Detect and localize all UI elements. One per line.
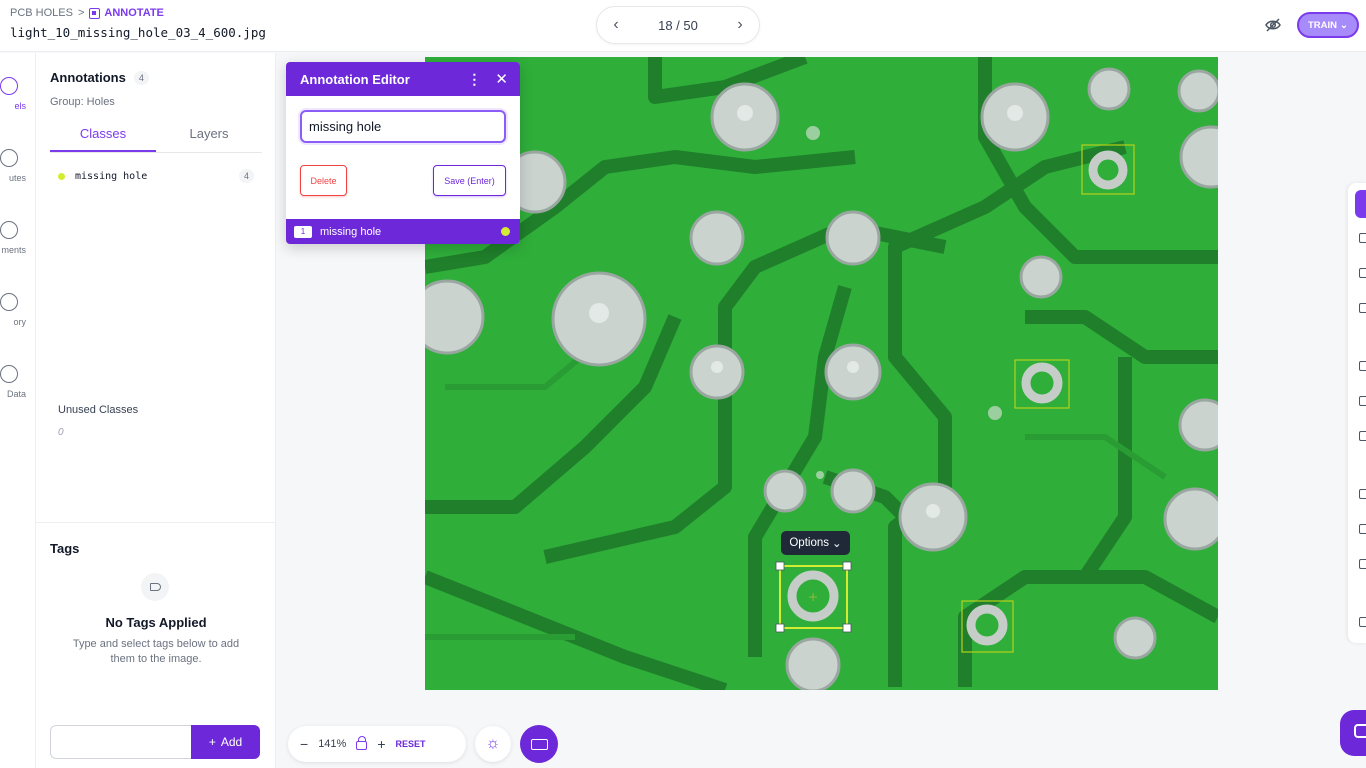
tool-undo-icon[interactable]: [1359, 524, 1366, 534]
tab-classes[interactable]: Classes: [50, 119, 156, 152]
left-nav-rail: els utes ments ory Data: [0, 53, 36, 768]
image-canvas[interactable]: [425, 57, 1218, 690]
rail-item-history[interactable]: ory: [0, 293, 26, 327]
class-item-missing-hole[interactable]: missing hole 4: [58, 167, 254, 185]
image-filename: light_10_missing_hole_03_4_600.jpg: [10, 25, 266, 40]
rail-item-comments[interactable]: ments: [0, 221, 26, 255]
plus-icon: +: [208, 735, 216, 749]
annotation-editor-title: Annotation Editor: [300, 71, 410, 87]
add-tag-button[interactable]: + Add: [191, 725, 260, 759]
sidebar-tabs: Classes Layers: [50, 119, 262, 153]
breadcrumb: PCB HOLES > ANNOTATE: [10, 7, 164, 19]
no-tags-title: No Tags Applied: [105, 615, 207, 630]
rail-item-raw-data[interactable]: Data: [0, 365, 26, 399]
zoom-in-button[interactable]: +: [377, 736, 385, 752]
train-button[interactable]: TRAIN ⌄: [1297, 12, 1359, 38]
tag-icon: [141, 573, 169, 601]
history-icon: [0, 293, 18, 311]
class-count-badge: 4: [238, 169, 254, 183]
tab-layers[interactable]: Layers: [156, 119, 262, 152]
annotations-title-text: Annotations: [50, 70, 126, 85]
tool-smart-polygon-icon[interactable]: [1359, 303, 1366, 313]
next-image-button[interactable]: ›: [733, 16, 747, 34]
divider: [36, 522, 276, 523]
chat-icon: [1354, 724, 1366, 738]
save-annotation-button[interactable]: Save (Enter): [433, 165, 506, 196]
pager-count: 18 / 50: [658, 17, 698, 33]
pcb-image: [425, 57, 1218, 690]
breadcrumb-section: ANNOTATE: [104, 7, 164, 19]
tags-title: Tags: [50, 541, 80, 556]
no-tags-description: Type and select tags below to add them t…: [72, 638, 240, 665]
delete-annotation-button[interactable]: Delete: [300, 165, 347, 196]
annotations-sidebar: Annotations 4 Group: Holes Classes Layer…: [36, 53, 276, 768]
brightness-icon: ☼: [485, 735, 501, 752]
annotation-options-button[interactable]: Options ⌄: [781, 531, 850, 555]
add-tag-label: Add: [220, 735, 243, 749]
annotate-icon: [89, 7, 101, 19]
right-tool-rail: [1348, 183, 1366, 643]
class-color-dot: [501, 227, 510, 236]
keyboard-icon: [530, 738, 548, 750]
zoom-level: 141%: [318, 738, 347, 750]
annotation-group: Group: Holes: [50, 96, 115, 108]
chat-support-button[interactable]: [1340, 710, 1366, 756]
train-label: TRAIN: [1308, 19, 1338, 31]
tag-input[interactable]: [50, 725, 192, 759]
lock-icon[interactable]: [356, 736, 368, 750]
class-name-input[interactable]: [300, 110, 506, 143]
tool-auto-label-icon[interactable]: [1359, 396, 1366, 406]
tool-bounding-box-icon[interactable]: [1359, 233, 1366, 243]
unused-classes-count: 0: [58, 427, 64, 438]
annotations-count-badge: 4: [133, 70, 149, 85]
breadcrumb-project[interactable]: PCB HOLES: [10, 7, 73, 19]
attributes-icon: [0, 149, 18, 167]
labels-icon: [0, 77, 18, 95]
options-label: Options: [789, 537, 829, 549]
more-options-icon[interactable]: ⋮: [467, 71, 481, 88]
raw-data-icon: [0, 365, 18, 383]
hide-annotations-icon[interactable]: [1264, 16, 1282, 34]
rail-item-labels[interactable]: els: [0, 77, 26, 111]
zoom-toolbar: − 141% + RESET: [288, 726, 466, 762]
keyboard-shortcuts-button[interactable]: [520, 725, 558, 763]
breadcrumb-separator: >: [77, 7, 85, 19]
tool-redo-icon[interactable]: [1359, 559, 1366, 569]
class-suggestion-item[interactable]: 1 missing hole: [286, 219, 520, 244]
annotation-editor: Annotation Editor ⋮ ✕ Delete Save (Enter…: [286, 62, 520, 244]
zoom-out-button[interactable]: −: [300, 736, 308, 752]
top-header: PCB HOLES > ANNOTATE light_10_missing_ho…: [0, 0, 1366, 52]
rail-item-attributes[interactable]: utes: [0, 149, 26, 183]
image-pager: ‹ 18 / 50 ›: [596, 6, 760, 44]
comments-icon: [0, 221, 18, 239]
close-icon[interactable]: ✕: [495, 70, 508, 88]
annotations-title: Annotations 4: [50, 70, 149, 85]
tool-drag-active[interactable]: [1355, 190, 1366, 218]
annotation-editor-header[interactable]: Annotation Editor ⋮ ✕: [286, 62, 520, 96]
tool-magic-icon[interactable]: [1359, 361, 1366, 371]
rail-item-label: els: [14, 101, 26, 111]
rail-item-label: utes: [8, 173, 26, 183]
chevron-down-icon: ⌄: [1340, 19, 1348, 31]
tool-search-icon[interactable]: [1359, 617, 1366, 627]
rail-item-label: ments: [1, 245, 26, 255]
class-name: missing hole: [75, 170, 148, 182]
rail-item-label: ory: [13, 317, 26, 327]
shortcut-key-badge: 1: [294, 225, 312, 238]
unused-classes-title: Unused Classes: [58, 404, 139, 416]
suggestion-label: missing hole: [320, 225, 382, 238]
breadcrumb-annotate[interactable]: ANNOTATE: [89, 7, 164, 19]
tool-comment-icon[interactable]: [1359, 489, 1366, 499]
brightness-button[interactable]: ☼: [475, 726, 511, 762]
tool-repeat-icon[interactable]: [1359, 431, 1366, 441]
prev-image-button[interactable]: ‹: [609, 16, 623, 34]
reset-zoom-button[interactable]: RESET: [396, 739, 426, 749]
chevron-down-icon: ⌄: [832, 538, 842, 550]
tool-polygon-icon[interactable]: [1359, 268, 1366, 278]
rail-item-label: Data: [6, 389, 26, 399]
class-color-dot: [58, 172, 65, 180]
